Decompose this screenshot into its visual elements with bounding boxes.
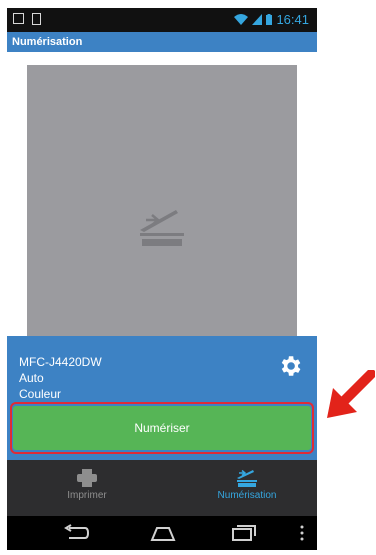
phone-screen: 16:41 Numérisation MFC-J4420DW Auto Coul… xyxy=(7,8,317,550)
recents-icon[interactable] xyxy=(231,524,257,542)
pointer-arrow-icon xyxy=(327,370,375,418)
status-bar: 16:41 xyxy=(7,8,317,32)
tab-print-label: Imprimer xyxy=(67,490,107,501)
scanner-icon xyxy=(237,469,257,487)
back-icon[interactable] xyxy=(63,524,89,542)
device-info-panel: MFC-J4420DW Auto Couleur Numériser xyxy=(7,336,317,460)
status-time: 16:41 xyxy=(276,12,309,27)
wifi-icon xyxy=(234,14,249,25)
content-area xyxy=(7,52,317,352)
tab-scan[interactable]: Numérisation xyxy=(197,460,297,516)
battery-icon xyxy=(266,14,273,25)
settings-gear-icon[interactable] xyxy=(277,353,303,379)
tab-print[interactable]: Imprimer xyxy=(47,460,127,516)
bottom-tab-bar: Imprimer Numérisation xyxy=(7,460,317,516)
action-bar-title: Numérisation xyxy=(7,32,317,52)
phone-icon xyxy=(32,13,41,25)
screenshot-icon xyxy=(13,13,24,24)
color-mode: Couleur xyxy=(19,387,62,401)
android-nav-bar xyxy=(7,516,317,550)
scanner-placeholder-icon xyxy=(140,210,184,246)
printer-icon xyxy=(77,469,97,487)
scan-preview xyxy=(27,65,297,352)
menu-icon[interactable] xyxy=(299,524,305,542)
device-name: MFC-J4420DW xyxy=(19,355,102,369)
tab-scan-label: Numérisation xyxy=(217,490,277,501)
signal-icon xyxy=(252,14,263,25)
scan-button[interactable]: Numériser xyxy=(13,406,311,450)
home-icon[interactable] xyxy=(149,524,177,542)
document-size: Auto xyxy=(19,371,44,385)
